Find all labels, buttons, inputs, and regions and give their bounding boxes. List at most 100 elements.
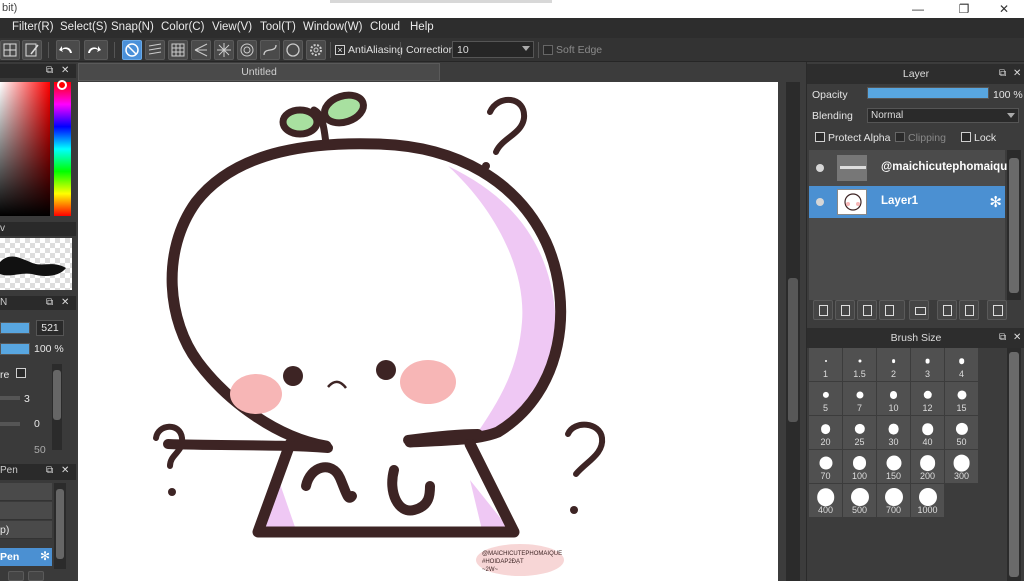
layer-list-scrollbar[interactable] xyxy=(1007,150,1021,300)
tool-panel-scrollbar[interactable] xyxy=(52,364,62,450)
brush-size-cell[interactable]: 100 xyxy=(843,450,876,483)
brush-size-cell[interactable]: 200 xyxy=(911,450,944,483)
menu-cloud[interactable]: Cloud xyxy=(370,21,400,33)
brush-size-cell[interactable]: 70 xyxy=(809,450,842,483)
copy-brush-button[interactable] xyxy=(28,571,44,581)
brush-size-cell[interactable]: 500 xyxy=(843,484,876,517)
delete-layer-button[interactable] xyxy=(987,300,1007,320)
new-folder-button[interactable] xyxy=(909,300,929,320)
brush-size-cell[interactable]: 1000 xyxy=(911,484,944,517)
color-wheel-square[interactable] xyxy=(0,82,50,216)
merge-layer-button[interactable] xyxy=(959,300,979,320)
blending-select[interactable]: Normal xyxy=(867,108,1019,123)
setting-slider-a[interactable] xyxy=(0,396,20,400)
brush-size-cell[interactable]: 1.5 xyxy=(843,348,876,381)
snap-concentric-button[interactable] xyxy=(237,40,257,60)
menu-snap[interactable]: Snap(N) xyxy=(111,21,154,33)
popout-icon[interactable]: ⧉ xyxy=(46,65,53,76)
popout-icon[interactable]: ⧉ xyxy=(999,64,1006,84)
clipping-checkbox[interactable] xyxy=(895,132,905,142)
scrollbar-thumb[interactable] xyxy=(1009,158,1019,293)
snap-burst-button[interactable] xyxy=(214,40,234,60)
popout-icon[interactable]: ⧉ xyxy=(999,328,1006,348)
new-halftone-layer-button[interactable] xyxy=(835,300,855,320)
snap-parallel-button[interactable] xyxy=(145,40,165,60)
scrollbar-thumb[interactable] xyxy=(1009,352,1019,577)
menu-help[interactable]: Help xyxy=(410,21,434,33)
popout-icon[interactable]: ⧉ xyxy=(46,297,53,308)
opacity-slider[interactable] xyxy=(0,343,30,355)
brush-size-cell[interactable]: 30 xyxy=(877,416,910,449)
hue-marker[interactable] xyxy=(57,80,67,90)
close-icon[interactable]: ✕ xyxy=(1013,328,1021,348)
layer-row-selected[interactable]: Layer1 ✻ xyxy=(809,186,1005,218)
brush-item-selected[interactable]: Pen ✻ xyxy=(0,548,52,566)
layer-opacity-slider[interactable] xyxy=(867,87,989,99)
scrollbar-thumb[interactable] xyxy=(788,278,798,422)
brush-size-cell[interactable]: 400 xyxy=(809,484,842,517)
import-image-button[interactable] xyxy=(857,300,877,320)
undo-button[interactable] xyxy=(56,40,80,60)
redo-button[interactable] xyxy=(84,40,108,60)
setting-slider-b[interactable] xyxy=(0,422,20,426)
size-slider[interactable] xyxy=(0,322,30,334)
lock-checkbox[interactable] xyxy=(961,132,971,142)
brush-size-cell[interactable]: 300 xyxy=(945,450,978,483)
brush-item[interactable] xyxy=(0,502,52,520)
layer-row[interactable]: @maichicutephomaique xyxy=(809,152,1014,184)
brush-size-cell[interactable]: 700 xyxy=(877,484,910,517)
snap-settings-button[interactable] xyxy=(306,40,326,60)
add-folder-button[interactable] xyxy=(8,571,24,581)
menu-view[interactable]: View(V) xyxy=(212,21,252,33)
brush-item[interactable]: p) xyxy=(0,521,52,539)
antialiasing-checkbox[interactable]: × xyxy=(335,45,345,55)
menu-color[interactable]: Color(C) xyxy=(161,21,204,33)
menu-select[interactable]: Select(S) xyxy=(60,21,107,33)
duplicate-layer-button[interactable] xyxy=(937,300,957,320)
visibility-icon[interactable] xyxy=(816,198,824,206)
canvas-vertical-scrollbar[interactable] xyxy=(786,82,800,581)
snap-circle-button[interactable] xyxy=(283,40,303,60)
drawing-canvas[interactable]: @MAICHICUTEPHOMAIQUE #HOIDAP2ĐẠT ~2W~ xyxy=(78,82,778,581)
brush-size-cell[interactable]: 2 xyxy=(877,348,910,381)
snap-radial-button[interactable] xyxy=(191,40,211,60)
brush-size-cell[interactable]: 150 xyxy=(877,450,910,483)
close-window-button[interactable]: ✕ xyxy=(984,0,1024,18)
new-layer-button[interactable] xyxy=(813,300,833,320)
brush-size-cell[interactable]: 25 xyxy=(843,416,876,449)
size-value[interactable]: 521 xyxy=(36,320,64,336)
menu-tool[interactable]: Tool(T) xyxy=(260,21,296,33)
layer-settings-gear-icon[interactable]: ✻ xyxy=(989,193,1002,211)
brush-size-cell[interactable]: 5 xyxy=(809,382,842,415)
gear-icon[interactable]: ✻ xyxy=(40,549,50,563)
minimize-button[interactable]: — xyxy=(898,0,938,18)
snap-curve-button[interactable] xyxy=(260,40,280,60)
close-icon[interactable]: ✕ xyxy=(61,465,69,476)
grid-toggle-button[interactable] xyxy=(0,40,20,60)
brush-size-scrollbar[interactable] xyxy=(1007,348,1021,581)
brush-size-cell[interactable]: 7 xyxy=(843,382,876,415)
snap-off-button[interactable] xyxy=(122,40,142,60)
brush-size-cell[interactable]: 15 xyxy=(945,382,978,415)
canvas-flip-button[interactable] xyxy=(22,40,42,60)
close-icon[interactable]: ✕ xyxy=(61,297,69,308)
popout-icon[interactable]: ⧉ xyxy=(46,465,53,476)
menu-filter[interactable]: Filter(R) xyxy=(12,21,54,33)
option-checkbox[interactable] xyxy=(16,368,26,378)
brush-size-cell[interactable]: 1 xyxy=(809,348,842,381)
brush-size-cell[interactable]: 20 xyxy=(809,416,842,449)
canvas-tab[interactable]: Untitled xyxy=(78,63,440,81)
brush-size-cell[interactable]: 4 xyxy=(945,348,978,381)
close-icon[interactable]: ✕ xyxy=(61,65,69,76)
visibility-icon[interactable] xyxy=(816,164,824,172)
correction-select[interactable]: 10 xyxy=(452,41,534,58)
brush-size-cell[interactable]: 12 xyxy=(911,382,944,415)
close-icon[interactable]: ✕ xyxy=(1013,64,1021,84)
hue-slider[interactable] xyxy=(54,82,71,216)
brush-size-cell[interactable]: 3 xyxy=(911,348,944,381)
soft-edge-checkbox[interactable] xyxy=(543,45,553,55)
brush-size-cell[interactable]: 10 xyxy=(877,382,910,415)
add-layer-menu-button[interactable] xyxy=(879,300,905,320)
brush-size-cell[interactable]: 40 xyxy=(911,416,944,449)
brush-item[interactable] xyxy=(0,483,52,501)
